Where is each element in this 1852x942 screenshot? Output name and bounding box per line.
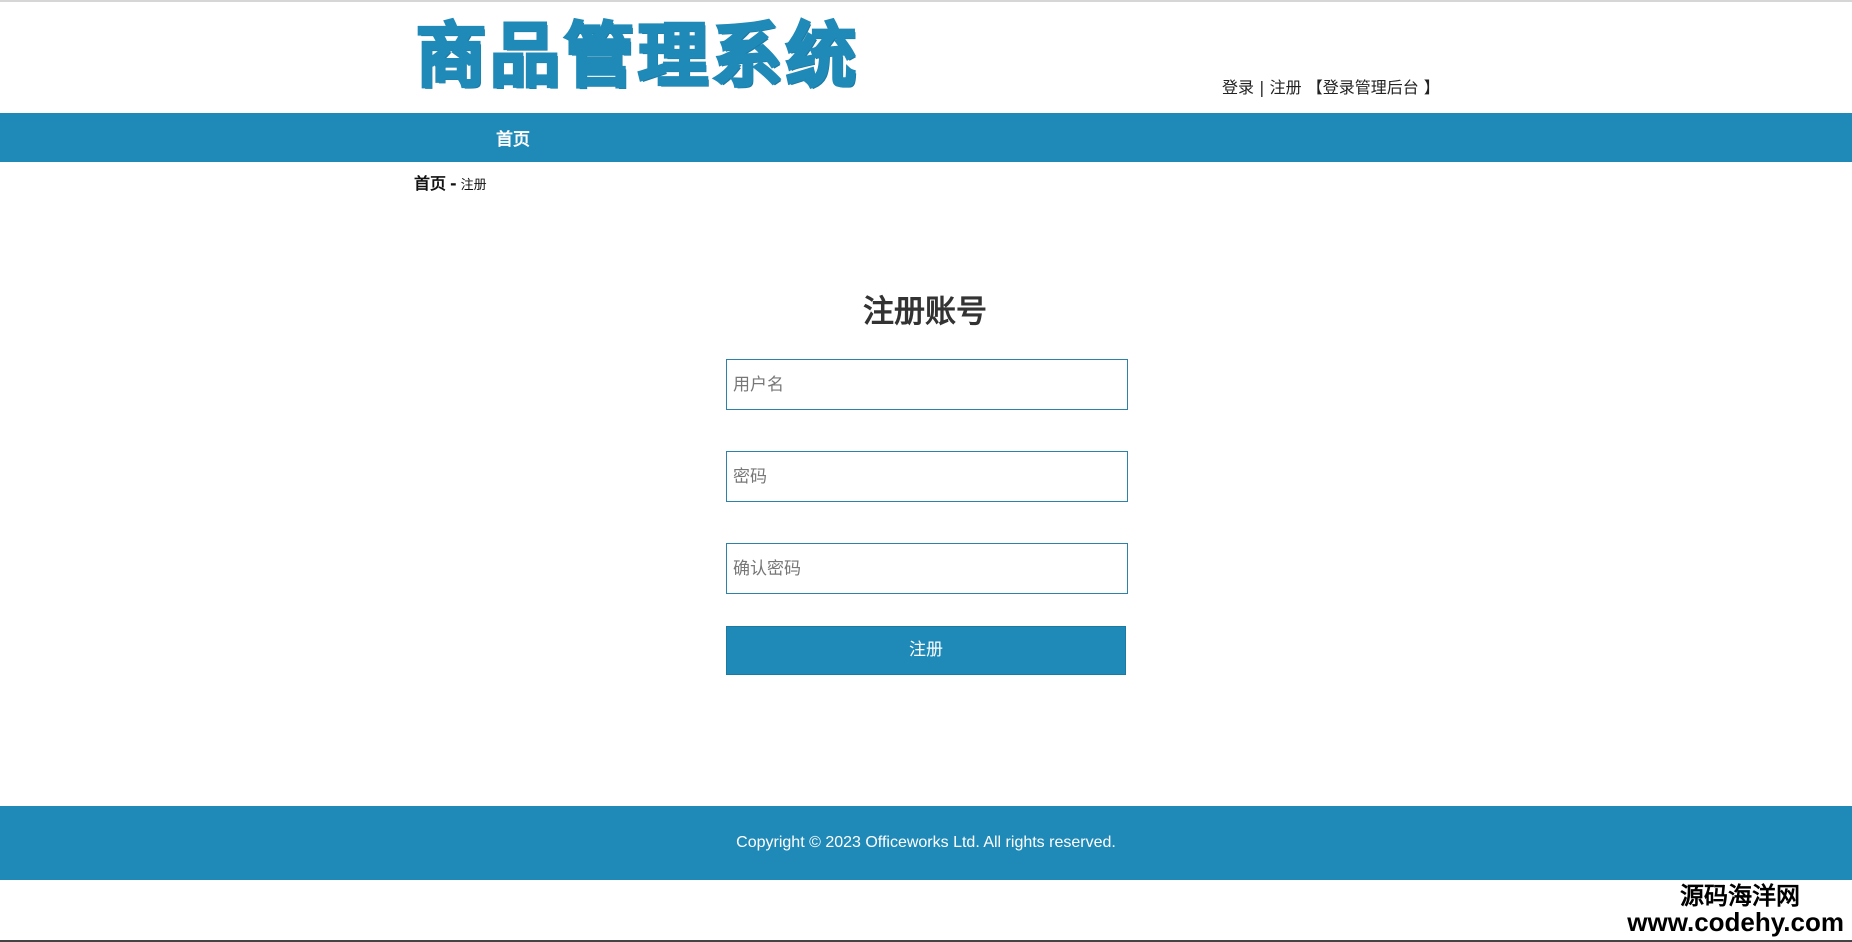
breadcrumb-home[interactable]: 首页 xyxy=(414,174,446,193)
register-page: 商品管理系统 登录 | 注册 【登录管理后台 】 首页 首页-注册 注册账号 注… xyxy=(0,0,1852,942)
breadcrumb-separator: - xyxy=(450,174,457,193)
main-navbar: 首页 xyxy=(0,113,1852,162)
link-separator: | xyxy=(1259,78,1265,97)
watermark: 源码海洋网 www.codehy.com xyxy=(1627,882,1844,938)
confirm-password-input[interactable] xyxy=(726,543,1128,594)
top-links: 登录 | 注册 【登录管理后台 】 xyxy=(1222,74,1440,98)
form-title-row: 注册账号 xyxy=(0,286,1852,331)
register-button[interactable]: 注册 xyxy=(726,626,1126,675)
copyright-text: Copyright © 2023 Officeworks Ltd. All ri… xyxy=(736,834,1116,851)
footer: Copyright © 2023 Officeworks Ltd. All ri… xyxy=(0,806,1852,880)
register-link[interactable]: 注册 xyxy=(1270,78,1302,97)
admin-login-link[interactable]: 【登录管理后台 】 xyxy=(1307,78,1440,97)
login-link[interactable]: 登录 xyxy=(1222,78,1254,97)
top-divider xyxy=(0,0,1852,2)
page-title: 注册账号 xyxy=(863,294,987,330)
breadcrumb: 首页 - 注册 xyxy=(414,170,487,194)
site-logo[interactable]: 商品管理系统 xyxy=(415,10,860,98)
username-input[interactable] xyxy=(726,359,1128,410)
nav-item-home[interactable]: 首页 xyxy=(496,113,530,162)
watermark-url: www.codehy.com xyxy=(1627,907,1844,938)
watermark-site-name: 源码海洋网 xyxy=(1680,882,1800,910)
breadcrumb-current: 注册 xyxy=(460,178,487,193)
password-input[interactable] xyxy=(726,451,1128,502)
